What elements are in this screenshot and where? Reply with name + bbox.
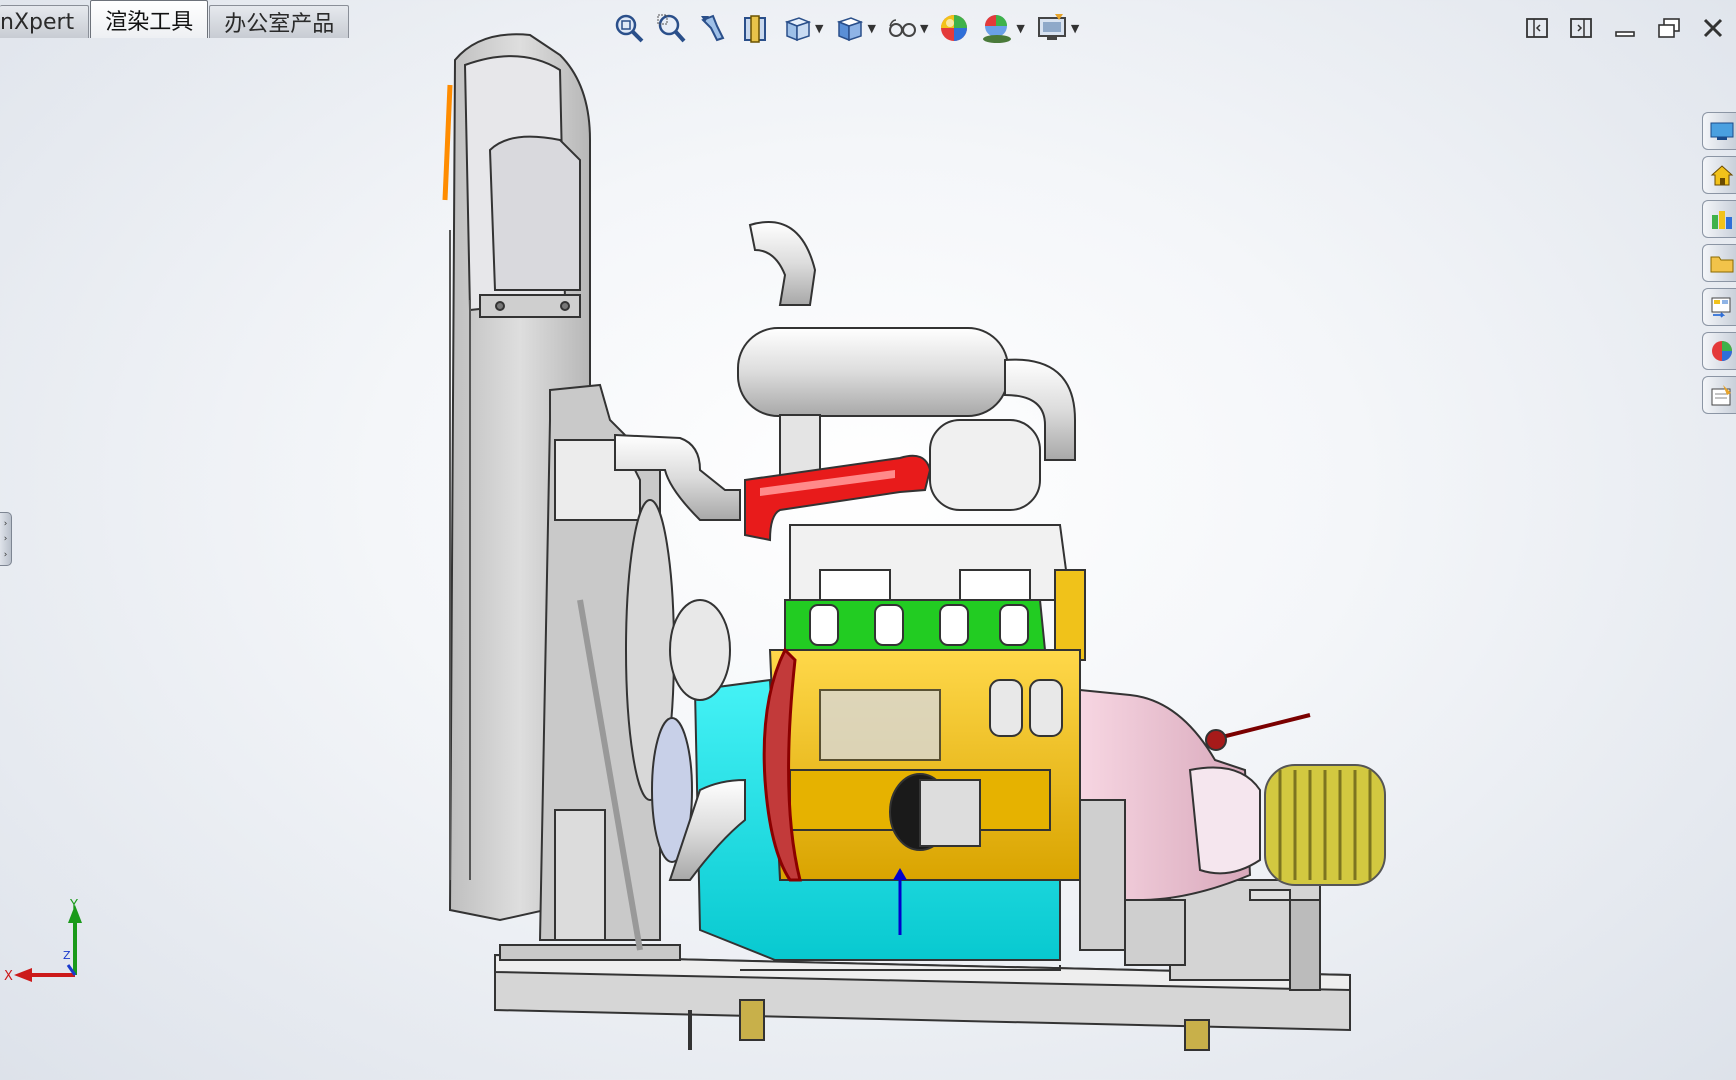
chevron-right-icon: › — [3, 534, 8, 544]
close-button[interactable] — [1698, 13, 1728, 43]
valve-cover — [784, 524, 1086, 661]
file-explorer-icon — [1710, 256, 1734, 273]
triad-y-label: Y — [69, 898, 78, 913]
apply-scene-icon — [983, 15, 1012, 43]
zoom-to-fit-icon — [615, 14, 644, 43]
custom-properties-icon — [1711, 385, 1731, 406]
tile-right-icon — [1570, 18, 1592, 38]
restore-icon — [1658, 18, 1680, 38]
tab-label: nXpert — [0, 9, 75, 35]
engine-model[interactable] — [0, 0, 1736, 1080]
command-manager-tabs: nXpert 渲染工具 办公室产品 — [0, 0, 350, 38]
close-icon — [1703, 18, 1723, 38]
task-pane-view-palette[interactable] — [1702, 288, 1736, 326]
coordinate-triad: Y X Z — [4, 898, 82, 984]
chevron-down-icon: ▼ — [1016, 21, 1025, 35]
exhaust-system — [614, 221, 1076, 542]
minimize-icon — [1615, 31, 1635, 37]
view-palette-icon — [1711, 297, 1731, 318]
edit-appearance-button[interactable] — [935, 10, 973, 46]
appearances-scenes-icon — [1712, 341, 1732, 361]
task-pane-file-explorer[interactable] — [1702, 244, 1736, 282]
solidworks-resources-icon — [1710, 122, 1734, 140]
chevron-right-icon: › — [3, 549, 8, 560]
chevron-down-icon: ▼ — [1070, 21, 1080, 35]
view-orientation-button[interactable]: ▼ — [778, 10, 826, 46]
view-orientation-icon — [784, 17, 812, 42]
home-icon — [1710, 165, 1734, 186]
feature-tree-expand-handle[interactable]: › › › — [0, 512, 12, 566]
display-style-icon — [837, 17, 864, 42]
previous-view-icon — [701, 14, 725, 42]
section-view-button[interactable] — [736, 10, 774, 46]
chevron-down-icon: ▼ — [919, 21, 929, 35]
previous-view-button[interactable] — [694, 10, 732, 46]
graphics-area[interactable]: Y X Z — [0, 0, 1736, 1080]
hide-show-items-button[interactable]: ▼ — [883, 10, 931, 46]
design-library-icon — [1712, 211, 1732, 229]
zoom-to-area-button[interactable] — [652, 10, 690, 46]
tile-right-button[interactable] — [1566, 13, 1596, 43]
restore-button[interactable] — [1654, 13, 1684, 43]
tile-left-button[interactable] — [1522, 13, 1552, 43]
elastic-coupling — [1264, 764, 1386, 886]
chevron-right-icon: › — [3, 518, 8, 529]
zoom-to-fit-button[interactable] — [610, 10, 648, 46]
task-pane-appearances[interactable] — [1702, 332, 1736, 370]
tab-office-products[interactable]: 办公室产品 — [209, 5, 350, 38]
view-settings-button[interactable]: ▼ — [1032, 10, 1082, 46]
tile-left-icon — [1526, 18, 1548, 38]
tab-label: 办公室产品 — [224, 12, 335, 37]
chevron-down-icon: ▼ — [815, 21, 824, 35]
task-pane-custom-properties[interactable] — [1702, 376, 1736, 414]
window-controls — [1522, 8, 1736, 48]
radiator — [442, 33, 675, 951]
tab-nxpert[interactable]: nXpert — [0, 5, 90, 38]
task-pane-tabs — [1702, 112, 1736, 414]
hide-show-items-icon — [888, 19, 916, 37]
chevron-down-icon: ▼ — [867, 21, 876, 35]
triad-z-label: Z — [63, 949, 71, 962]
engine-block — [768, 649, 1081, 881]
zoom-to-area-icon — [657, 14, 686, 43]
triad-x-label: X — [4, 969, 13, 984]
heads-up-view-toolbar: ▼ ▼ ▼ ▼ ▼ — [610, 8, 1082, 48]
minimize-button[interactable] — [1610, 13, 1640, 43]
apply-scene-button[interactable]: ▼ — [977, 10, 1027, 46]
view-settings-icon — [1037, 14, 1066, 40]
tab-render-tools[interactable]: 渲染工具 — [90, 0, 209, 38]
task-pane-home[interactable] — [1702, 156, 1736, 194]
tab-label: 渲染工具 — [105, 9, 194, 35]
task-pane-design-library[interactable] — [1702, 200, 1736, 238]
edit-appearance-icon — [941, 15, 968, 41]
display-style-button[interactable]: ▼ — [830, 10, 878, 46]
section-view-icon — [744, 15, 766, 43]
task-pane-resources[interactable] — [1702, 112, 1736, 150]
